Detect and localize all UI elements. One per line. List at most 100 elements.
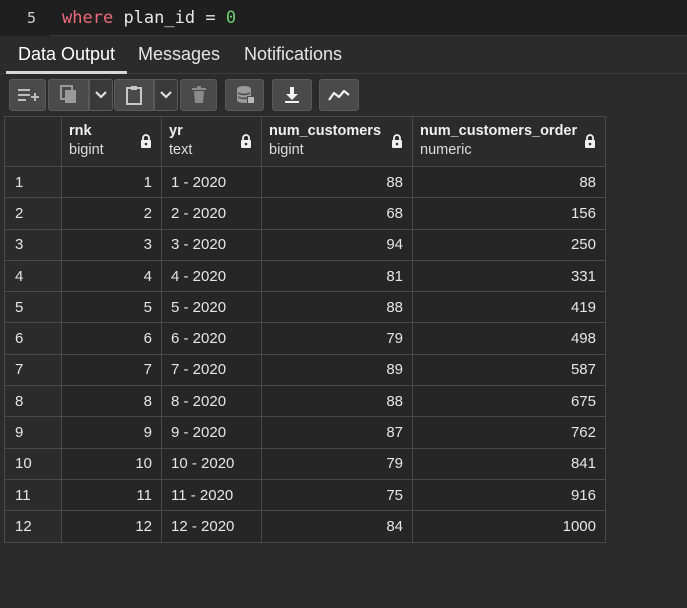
tab-data-output[interactable]: Data Output xyxy=(6,36,128,74)
cell-num-customers-order[interactable]: 762 xyxy=(412,416,606,449)
table-row[interactable]: 10 10 10 - 2020 79 841 xyxy=(4,447,606,480)
lock-icon xyxy=(241,134,251,148)
cell-num-customers-order[interactable]: 587 xyxy=(412,353,606,387)
tab-notifications[interactable]: Notifications xyxy=(232,36,354,74)
cell-num-customers[interactable]: 81 xyxy=(261,259,413,293)
cell-rnk[interactable]: 6 xyxy=(61,322,162,355)
save-data-icon xyxy=(236,86,255,104)
cell-num-customers-order[interactable]: 156 xyxy=(412,197,606,230)
paste-button[interactable] xyxy=(114,79,154,111)
copy-button[interactable] xyxy=(48,79,89,111)
cell-yr[interactable]: 10 - 2020 xyxy=(161,447,262,480)
lock-icon xyxy=(392,134,402,148)
cell-num-customers-order[interactable]: 675 xyxy=(412,385,606,418)
cell-rnk[interactable]: 4 xyxy=(61,259,162,293)
table-row[interactable]: 222 - 2020 68 156 xyxy=(4,197,606,230)
copy-icon xyxy=(59,85,76,103)
cell-num-customers[interactable]: 79 xyxy=(261,447,413,480)
cell-yr[interactable]: 12 - 2020 xyxy=(161,510,262,543)
cell-num-customers[interactable]: 94 xyxy=(261,228,413,261)
cell-num-customers-order[interactable]: 916 xyxy=(412,478,606,512)
cell-num-customers[interactable]: 88 xyxy=(261,165,413,199)
row-number[interactable]: 7 xyxy=(4,353,62,387)
data-grid: rnk bigint yr text num_customers bigint … xyxy=(4,116,606,543)
row-number[interactable]: 12 xyxy=(4,510,62,543)
lock-icon xyxy=(141,134,151,148)
cell-yr[interactable]: 7 - 2020 xyxy=(161,353,262,387)
cell-yr[interactable]: 1 - 2020 xyxy=(161,165,262,199)
cell-yr[interactable]: 3 - 2020 xyxy=(161,228,262,261)
grid-corner[interactable] xyxy=(4,116,62,167)
cell-yr[interactable]: 9 - 2020 xyxy=(161,416,262,449)
cell-num-customers-order[interactable]: 250 xyxy=(412,228,606,261)
row-number[interactable]: 2 xyxy=(4,197,62,230)
paste-dropdown-button[interactable] xyxy=(154,79,178,111)
cell-num-customers-order[interactable]: 419 xyxy=(412,291,606,324)
code-line[interactable]: where plan_id = 0 xyxy=(62,8,236,28)
row-number[interactable]: 8 xyxy=(4,385,62,418)
column-header-num-customers[interactable]: num_customers bigint xyxy=(261,116,413,167)
row-number[interactable]: 5 xyxy=(4,291,62,324)
column-header-rnk[interactable]: rnk bigint xyxy=(61,116,162,167)
cell-num-customers[interactable]: 89 xyxy=(261,353,413,387)
cell-yr[interactable]: 5 - 2020 xyxy=(161,291,262,324)
download-button[interactable] xyxy=(272,79,312,111)
table-row[interactable]: 777 - 2020 89 587 xyxy=(4,353,606,387)
copy-dropdown-button[interactable] xyxy=(89,79,113,111)
cell-rnk[interactable]: 7 xyxy=(61,353,162,387)
cell-num-customers[interactable]: 68 xyxy=(261,197,413,230)
graph-visualiser-button[interactable] xyxy=(319,79,359,111)
result-toolbar xyxy=(0,74,687,116)
cell-rnk[interactable]: 3 xyxy=(61,228,162,261)
row-number[interactable]: 10 xyxy=(4,447,62,480)
cell-num-customers[interactable]: 88 xyxy=(261,291,413,324)
table-row[interactable]: 666 - 2020 79 498 xyxy=(4,322,606,355)
table-row[interactable]: 555 - 2020 88 419 xyxy=(4,291,606,324)
cell-rnk[interactable]: 2 xyxy=(61,197,162,230)
cell-num-customers[interactable]: 87 xyxy=(261,416,413,449)
column-header-num-customers-order[interactable]: num_customers_order numeric xyxy=(412,116,606,167)
cell-num-customers-order[interactable]: 498 xyxy=(412,322,606,355)
cell-rnk[interactable]: 12 xyxy=(61,510,162,543)
row-number[interactable]: 1 xyxy=(4,165,62,199)
cell-num-customers[interactable]: 79 xyxy=(261,322,413,355)
column-name: num_customers xyxy=(269,123,382,139)
row-number[interactable]: 4 xyxy=(4,259,62,293)
cell-rnk[interactable]: 9 xyxy=(61,416,162,449)
cell-yr[interactable]: 2 - 2020 xyxy=(161,197,262,230)
cell-yr[interactable]: 6 - 2020 xyxy=(161,322,262,355)
cell-num-customers-order[interactable]: 1000 xyxy=(412,510,606,543)
cell-num-customers-order[interactable]: 88 xyxy=(412,165,606,199)
table-row[interactable]: 11 11 11 - 2020 75 916 xyxy=(4,478,606,512)
cell-yr[interactable]: 8 - 2020 xyxy=(161,385,262,418)
tab-messages[interactable]: Messages xyxy=(126,36,232,74)
cell-yr[interactable]: 11 - 2020 xyxy=(161,478,262,512)
cell-yr[interactable]: 4 - 2020 xyxy=(161,259,262,293)
query-editor[interactable]: 5 where plan_id = 0 xyxy=(0,0,687,36)
table-row[interactable]: 12 12 12 - 2020 84 1000 xyxy=(4,510,606,543)
save-data-button[interactable] xyxy=(225,79,264,111)
row-number[interactable]: 6 xyxy=(4,322,62,355)
cell-num-customers[interactable]: 88 xyxy=(261,385,413,418)
add-row-button[interactable] xyxy=(9,79,46,111)
cell-rnk[interactable]: 8 xyxy=(61,385,162,418)
delete-button[interactable] xyxy=(180,79,217,111)
cell-rnk[interactable]: 5 xyxy=(61,291,162,324)
column-header-yr[interactable]: yr text xyxy=(161,116,262,167)
cell-rnk[interactable]: 10 xyxy=(61,447,162,480)
table-row[interactable]: 444 - 2020 81 331 xyxy=(4,259,606,293)
cell-num-customers[interactable]: 84 xyxy=(261,510,413,543)
table-row[interactable]: 888 - 2020 88 675 xyxy=(4,385,606,418)
table-row[interactable]: 111 - 2020 88 88 xyxy=(4,165,606,199)
cell-num-customers[interactable]: 75 xyxy=(261,478,413,512)
table-row[interactable]: 999 - 2020 87 762 xyxy=(4,416,606,449)
row-number[interactable]: 9 xyxy=(4,416,62,449)
cell-num-customers-order[interactable]: 841 xyxy=(412,447,606,480)
paste-icon xyxy=(126,86,142,105)
row-number[interactable]: 3 xyxy=(4,228,62,261)
cell-rnk[interactable]: 11 xyxy=(61,478,162,512)
cell-rnk[interactable]: 1 xyxy=(61,165,162,199)
table-row[interactable]: 333 - 2020 94 250 xyxy=(4,228,606,261)
row-number[interactable]: 11 xyxy=(4,478,62,512)
cell-num-customers-order[interactable]: 331 xyxy=(412,259,606,293)
